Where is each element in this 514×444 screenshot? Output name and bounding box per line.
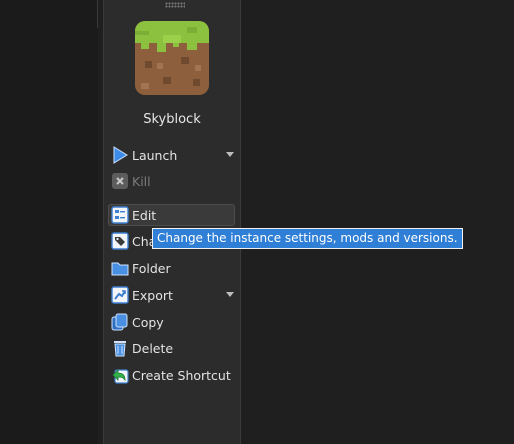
grass-drip — [141, 43, 149, 49]
dirt-spot-light — [141, 83, 149, 89]
dirt-spot-light — [157, 63, 163, 69]
instance-view-panel[interactable] — [0, 0, 98, 444]
edit-button[interactable]: Edit — [108, 204, 235, 226]
kill-icon — [111, 172, 129, 190]
delete-icon — [111, 339, 129, 357]
chevron-down-icon[interactable] — [226, 292, 234, 297]
grass-drip — [173, 43, 179, 47]
kill-label: Kill — [132, 173, 151, 189]
panel-border — [0, 0, 98, 28]
create-shortcut-button[interactable]: Create Shortcut — [108, 364, 235, 386]
edit-tooltip: Change the instance settings, mods and v… — [152, 228, 463, 249]
dirt-spot — [193, 79, 200, 86]
grass-drip — [157, 43, 166, 52]
edit-label: Edit — [132, 207, 157, 223]
folder-icon — [111, 259, 129, 277]
instance-toolbar: Skyblock Launch Kill Edit Cha Folder Exp… — [103, 0, 241, 444]
export-button[interactable]: Export — [108, 284, 235, 306]
launch-button[interactable]: Launch — [108, 144, 235, 166]
chevron-down-icon[interactable] — [226, 152, 234, 157]
instance-name: Skyblock — [143, 112, 201, 127]
grass-highlight — [163, 35, 181, 43]
delete-button[interactable]: Delete — [108, 337, 235, 359]
app-window: Skyblock Launch Kill Edit Cha Folder Exp… — [0, 0, 514, 444]
grass-shade — [187, 27, 197, 33]
toolbar-grip-handle[interactable] — [165, 2, 185, 8]
delete-label: Delete — [132, 340, 174, 356]
copy-button[interactable]: Copy — [108, 311, 235, 333]
main-content-area — [241, 0, 514, 444]
folder-button[interactable]: Folder — [108, 257, 235, 279]
grass-block-icon[interactable] — [135, 21, 209, 95]
create-shortcut-label: Create Shortcut — [132, 367, 231, 383]
kill-button[interactable]: Kill — [108, 170, 235, 192]
copy-label: Copy — [132, 314, 164, 330]
launch-label: Launch — [132, 147, 178, 163]
shortcut-icon — [111, 366, 129, 384]
dirt-spot — [145, 61, 152, 68]
tag-icon — [111, 232, 129, 250]
grass-drip — [187, 43, 197, 50]
export-icon — [111, 286, 129, 304]
edit-icon — [111, 206, 129, 224]
copy-icon — [111, 313, 129, 331]
dirt-spot — [163, 77, 171, 84]
grass-shade — [135, 31, 149, 35]
dirt-spot-light — [195, 65, 201, 71]
play-icon — [111, 146, 129, 164]
folder-label: Folder — [132, 260, 171, 276]
dirt-spot — [181, 57, 189, 64]
export-label: Export — [132, 287, 173, 303]
